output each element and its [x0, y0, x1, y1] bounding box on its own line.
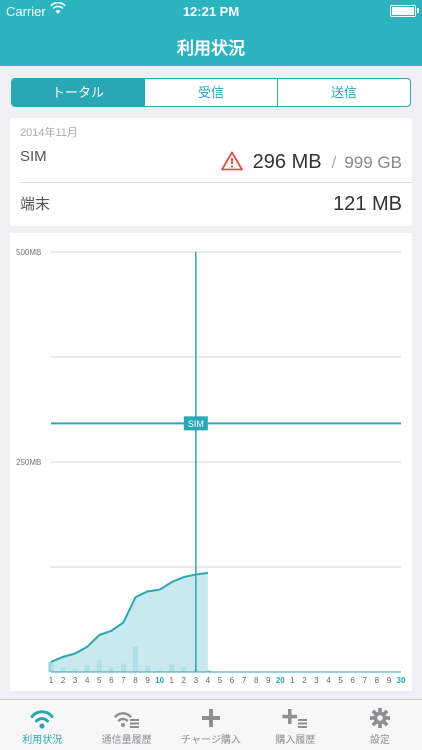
tab-usage[interactable]: 利用状況 [0, 700, 84, 750]
x-tick-label: 4 [326, 676, 331, 685]
warning-icon [220, 151, 243, 171]
x-tick-label: 1 [169, 676, 174, 685]
x-tick-label: 8 [375, 676, 380, 685]
x-tick-label: 10 [155, 676, 164, 685]
tab-purchase-history[interactable]: 購入履歴 [253, 700, 337, 750]
x-tick-label: 6 [350, 676, 355, 685]
y-tick-label: 500MB [16, 248, 41, 257]
plus-icon [202, 709, 221, 727]
x-tick-label: 8 [254, 676, 259, 685]
tab-usage-label: 利用状況 [22, 735, 63, 746]
x-tick-label: 9 [387, 676, 392, 685]
x-tick-label: 7 [121, 676, 126, 685]
x-tick-label: 4 [85, 676, 90, 685]
y-tick-label: 250MB [16, 458, 41, 467]
direction-segmented-control: トータル 受信 送信 [11, 78, 411, 107]
clock: 12:21 PM [182, 4, 240, 19]
sim-marker-label: SIM [188, 419, 204, 429]
usage-summary-card: 2014年11月 SIM 296 MB / 999 GB 端末 121 MB [10, 118, 412, 226]
x-tick-label: 3 [314, 676, 319, 685]
status-bar: Carrier 12:21 PM [0, 0, 422, 22]
x-tick-label: 9 [145, 676, 150, 685]
x-tick-label: 2 [182, 676, 187, 685]
x-tick-label: 2 [61, 676, 66, 685]
x-tick-label: 20 [276, 676, 285, 685]
x-tick-label: 3 [194, 676, 199, 685]
x-tick-label: 5 [97, 676, 102, 685]
x-tick-label: 8 [133, 676, 138, 685]
x-tick-label: 2 [302, 676, 307, 685]
x-tick-label: 9 [266, 676, 271, 685]
sim-usage-value: 296 MB [252, 151, 322, 173]
x-tick-label: 3 [73, 676, 78, 685]
x-tick-label: 7 [242, 676, 247, 685]
battery-icon [390, 5, 416, 17]
usage-chart[interactable]: 500MB 250MB SIM 1 2 3 4 5 6 7 8 9 10 1 2 3 4 5 6 7 8 9 20 1 2 3 4 5… [10, 233, 412, 691]
page-title: 利用状況 [177, 39, 245, 58]
usage-separator: / [331, 153, 337, 172]
plus-list-icon [282, 709, 308, 728]
cumulative-area [51, 572, 208, 672]
x-tick-label: 4 [206, 676, 211, 685]
usage-chart-svg: 500MB250MBSIM1 2 3 4 5 6 7 8 9 10 1 2 3 4 5 6 7 8 9 20 1 2 3 4 5… [16, 248, 406, 685]
navigation-bar: 利用状況 [0, 22, 422, 66]
x-tick-label: 5 [338, 676, 343, 685]
tab-traffic-history-label: 通信量履歴 [101, 735, 152, 746]
x-tick-label: 1 [49, 676, 54, 685]
x-tick-label: 5 [218, 676, 223, 685]
x-tick-label: 7 [363, 676, 368, 685]
device-usage-value: 121 MB [333, 193, 402, 215]
tab-charge-purchase-label: チャージ購入 [181, 735, 241, 746]
segment-total[interactable]: トータル [12, 79, 144, 106]
sim-capacity-value: 999 GB [344, 153, 402, 172]
segment-sent[interactable]: 送信 [277, 79, 410, 106]
wifi-icon [30, 710, 54, 729]
gear-icon [369, 707, 390, 729]
x-tick-label: 30 [397, 676, 406, 685]
sim-label: SIM [20, 148, 47, 165]
x-tick-label: 6 [230, 676, 235, 685]
tab-purchase-history-label: 購入履歴 [275, 735, 316, 746]
month-label: 2014年11月 [20, 127, 78, 139]
tab-settings[interactable]: 設定 [338, 700, 422, 750]
wifi-list-icon [113, 712, 139, 728]
tab-settings-label: 設定 [369, 735, 390, 746]
tab-traffic-history[interactable]: 通信量履歴 [84, 700, 168, 750]
tab-charge-purchase[interactable]: チャージ購入 [169, 700, 253, 750]
segment-received[interactable]: 受信 [144, 79, 277, 106]
divider [20, 182, 412, 183]
x-tick-label: 6 [109, 676, 114, 685]
tab-bar: 利用状況 通信量履歴 チャージ購入 購入履歴 設定 [0, 699, 422, 750]
sim-usage-row: 296 MB / 999 GB [220, 148, 402, 174]
device-label: 端末 [20, 196, 51, 213]
x-tick-label: 1 [290, 676, 295, 685]
